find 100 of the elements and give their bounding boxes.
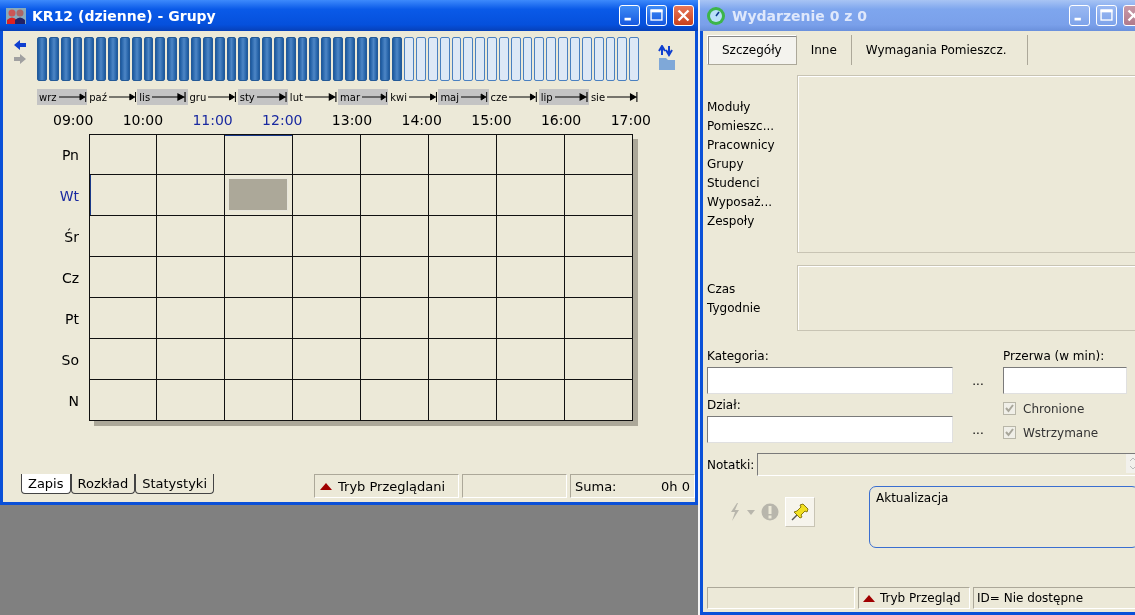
timetable-cell[interactable] (157, 134, 225, 175)
timetable-cell[interactable] (293, 216, 361, 257)
tab[interactable]: Wymagania Pomieszcz. (851, 35, 1028, 65)
timetable-cell[interactable] (497, 298, 565, 339)
week-bar[interactable] (593, 37, 604, 81)
minimize-button[interactable] (619, 5, 640, 26)
timetable-cell[interactable] (89, 339, 157, 380)
timetable-cell[interactable] (157, 380, 225, 421)
timetable-cell[interactable] (565, 339, 633, 380)
timetable-cell[interactable] (225, 298, 293, 339)
tab[interactable]: Szczegóły (707, 35, 797, 65)
timetable-cell[interactable] (429, 257, 497, 298)
timetable-cell[interactable] (89, 216, 157, 257)
timetable-cell[interactable] (225, 339, 293, 380)
timetable-cell[interactable] (361, 257, 429, 298)
timetable-cell[interactable] (89, 175, 157, 216)
week-bar[interactable] (84, 37, 95, 81)
week-bar[interactable] (48, 37, 59, 81)
week-bar[interactable] (451, 37, 462, 81)
week-bar[interactable] (356, 37, 367, 81)
week-bar[interactable] (522, 37, 533, 81)
week-bar[interactable] (439, 37, 450, 81)
timetable-cell[interactable] (293, 339, 361, 380)
timetable-cell[interactable] (157, 175, 225, 216)
timetable-cell[interactable] (89, 298, 157, 339)
timetable-cell[interactable] (157, 298, 225, 339)
week-bar[interactable] (309, 37, 320, 81)
week-bar[interactable] (155, 37, 166, 81)
timetable-cell[interactable] (429, 134, 497, 175)
week-bar[interactable] (119, 37, 130, 81)
timetable-cell[interactable] (293, 257, 361, 298)
week-bar[interactable] (475, 37, 486, 81)
category-field[interactable] (707, 367, 953, 394)
week-bar[interactable] (605, 37, 616, 81)
timetable-cell[interactable] (225, 216, 293, 257)
timetable-cell[interactable] (293, 134, 361, 175)
week-bar[interactable] (273, 37, 284, 81)
timetable-cell[interactable] (497, 134, 565, 175)
browse-button[interactable]: ... (953, 423, 1003, 443)
timetable-cell[interactable] (293, 380, 361, 421)
week-bar[interactable] (368, 37, 379, 81)
timetable-cell[interactable] (497, 216, 565, 257)
close-button[interactable] (673, 5, 694, 26)
maximize-button[interactable] (646, 5, 667, 26)
timetable-cell[interactable] (429, 339, 497, 380)
week-bar[interactable] (238, 37, 249, 81)
week-bar[interactable] (487, 37, 497, 81)
week-bar[interactable] (617, 37, 628, 81)
timetable-cell[interactable] (225, 134, 293, 175)
week-bar[interactable] (463, 37, 474, 81)
timetable-cell[interactable] (361, 134, 429, 175)
week-bar[interactable] (96, 37, 107, 81)
week-bar[interactable] (131, 37, 142, 81)
week-bar[interactable] (143, 37, 154, 81)
week-bar[interactable] (416, 37, 426, 81)
sheet-tab[interactable]: Statystyki (135, 474, 214, 494)
timetable-cell[interactable] (225, 380, 293, 421)
timetable-cell[interactable] (429, 380, 497, 421)
timetable-cell[interactable] (429, 298, 497, 339)
week-bar[interactable] (250, 37, 261, 81)
timetable-cell[interactable] (565, 175, 633, 216)
timetable-cell[interactable] (361, 380, 429, 421)
week-bar[interactable] (392, 37, 403, 81)
timetable-cell[interactable] (225, 257, 293, 298)
browse-button[interactable]: ... (953, 374, 1003, 394)
timetable-cell[interactable] (565, 216, 633, 257)
timetable-cell[interactable] (497, 257, 565, 298)
sheet-tab[interactable]: Rozkład (70, 474, 136, 494)
week-bar[interactable] (60, 37, 71, 81)
timetable-cell[interactable] (361, 216, 429, 257)
week-bar[interactable] (202, 37, 213, 81)
timetable-cell[interactable] (157, 339, 225, 380)
timetable-cell[interactable] (157, 257, 225, 298)
week-bar[interactable] (214, 37, 225, 81)
timetable-cell[interactable] (565, 380, 633, 421)
folder-arrows-icon[interactable] (657, 45, 677, 71)
week-bar[interactable] (344, 37, 355, 81)
week-bar[interactable] (226, 37, 237, 81)
timetable-cell[interactable] (497, 175, 565, 216)
week-bar[interactable] (510, 37, 521, 81)
week-bar[interactable] (427, 37, 438, 81)
timetable-cell[interactable] (565, 257, 633, 298)
timetable-cell[interactable] (565, 298, 633, 339)
timetable-cell[interactable] (497, 380, 565, 421)
timetable-cell[interactable] (361, 298, 429, 339)
back-arrow-icon[interactable] (13, 39, 27, 51)
timetable-cell[interactable] (89, 134, 157, 175)
sheet-tab[interactable]: Zapis (21, 474, 71, 494)
timetable-cell[interactable] (89, 380, 157, 421)
week-bar[interactable] (167, 37, 178, 81)
notes-field[interactable] (757, 453, 1135, 476)
timetable-cell[interactable] (293, 298, 361, 339)
week-bar[interactable] (498, 37, 509, 81)
timetable-cell[interactable] (497, 339, 565, 380)
pin-button[interactable] (785, 497, 815, 527)
timetable-cell[interactable] (361, 175, 429, 216)
week-bar[interactable] (569, 37, 580, 81)
week-bar[interactable] (380, 37, 391, 81)
break-field[interactable] (1003, 367, 1127, 394)
timetable-cell[interactable] (429, 175, 497, 216)
